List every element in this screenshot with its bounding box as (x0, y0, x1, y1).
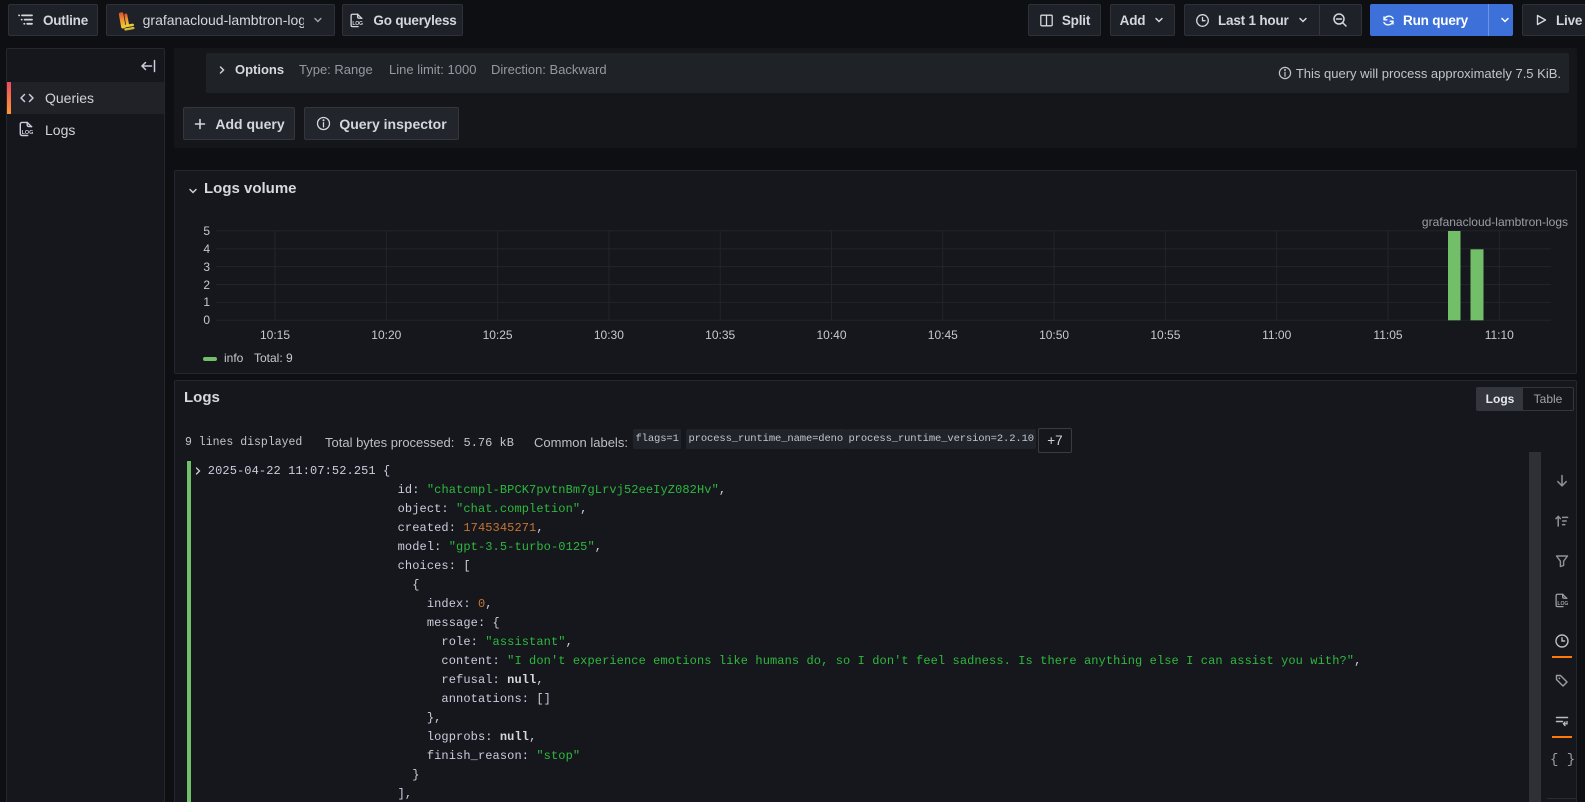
svg-text:10:50: 10:50 (1039, 328, 1069, 342)
svg-text:10:15: 10:15 (260, 328, 290, 342)
svg-text:10:45: 10:45 (928, 328, 958, 342)
svg-text:0: 0 (203, 313, 210, 327)
svg-text:10:55: 10:55 (1150, 328, 1180, 342)
svg-text:10:40: 10:40 (816, 328, 846, 342)
svg-text:LOG: LOG (353, 21, 364, 27)
svg-text:1: 1 (203, 295, 210, 309)
svg-text:LOG: LOG (22, 130, 34, 136)
svg-text:11:05: 11:05 (1373, 328, 1402, 342)
svg-text:3: 3 (203, 260, 210, 274)
svg-text:5: 5 (203, 224, 210, 238)
svg-text:10:35: 10:35 (705, 328, 735, 342)
svg-text:10:25: 10:25 (483, 328, 513, 342)
svg-text:2: 2 (203, 278, 210, 292)
svg-text:LOG: LOG (1557, 601, 1568, 607)
svg-text:grafanacloud-lambtron-logs: grafanacloud-lambtron-logs (1422, 215, 1568, 229)
svg-text:10:20: 10:20 (371, 328, 401, 342)
svg-text:4: 4 (203, 242, 210, 256)
svg-text:11:00: 11:00 (1262, 328, 1291, 342)
svg-text:10:30: 10:30 (594, 328, 624, 342)
svg-text:11:10: 11:10 (1485, 328, 1514, 342)
